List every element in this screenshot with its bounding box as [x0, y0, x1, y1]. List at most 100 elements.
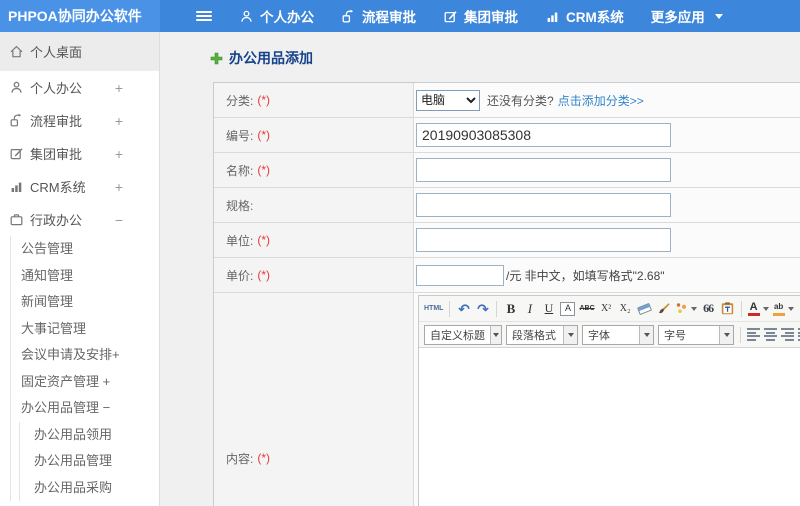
required-mark: (*)	[257, 128, 271, 142]
sidebar-item-label: CRM系统	[30, 180, 86, 195]
sidebar-item-supplies-manage[interactable]: 办公用品管理	[20, 448, 159, 475]
align-right-icon[interactable]	[781, 328, 794, 341]
unit-input[interactable]	[416, 228, 671, 252]
font-size-select[interactable]: 字号	[658, 324, 734, 345]
nav-crm-system[interactable]: CRM系统	[545, 6, 624, 26]
nav-personal-office[interactable]: 个人办公	[239, 6, 314, 26]
nav-label: 更多应用	[650, 10, 705, 25]
sidebar-item-admin-office[interactable]: 行政办公 −	[0, 203, 159, 236]
collapse-icon[interactable]: −	[115, 212, 123, 228]
paragraph-format-select[interactable]: 段落格式	[506, 324, 578, 345]
app-logo: PHPOA协同办公软件	[0, 0, 160, 32]
field-value-cell	[414, 188, 800, 222]
category-select[interactable]: 电脑	[416, 89, 480, 111]
sidebar-item-office-supplies-mgmt[interactable]: 办公用品管理 −	[11, 395, 159, 422]
chevron-down-icon	[563, 325, 577, 344]
label-text: 分类:	[226, 93, 254, 108]
code-input[interactable]	[416, 123, 671, 147]
underline-button[interactable]: U	[541, 299, 556, 319]
sidebar-item-personal-office[interactable]: 个人办公 +	[0, 71, 159, 104]
name-input[interactable]	[416, 158, 671, 182]
chevron-down-icon	[690, 306, 697, 311]
sidebar-item-workflow-approval[interactable]: 流程审批 +	[0, 104, 159, 137]
sidebar-item-group-approval[interactable]: 集团审批 +	[0, 137, 159, 170]
bar-chart-icon	[11, 182, 22, 192]
editor-toolbar-row2: 自定义标题 段落格式 字体 字号	[419, 322, 800, 348]
page-title: 办公用品添加	[210, 48, 313, 68]
sidebar-item-events-mgmt[interactable]: 大事记管理	[11, 316, 159, 343]
sidebar-item-assets-mgmt[interactable]: 固定资产管理 +	[11, 369, 159, 396]
select-value: 段落格式	[512, 329, 556, 342]
nav-workflow-approval[interactable]: 流程审批	[341, 6, 416, 26]
remove-format-button[interactable]	[636, 299, 652, 319]
add-category-link[interactable]: 点击添加分类>>	[558, 92, 644, 109]
expand-icon[interactable]: +	[115, 80, 123, 96]
spec-input[interactable]	[416, 193, 671, 217]
divider	[740, 326, 741, 343]
sidebar-item-notice-mgmt[interactable]: 通知管理	[11, 263, 159, 290]
subscript-button[interactable]: X₂	[618, 299, 633, 319]
format-painter-button[interactable]	[656, 299, 671, 319]
field-value-cell	[414, 223, 800, 257]
top-nav: 个人办公 流程审批 集团审批 CRM系统 更多应用	[160, 0, 800, 32]
blockquote-button[interactable]: 66	[701, 299, 716, 319]
nav-more-apps[interactable]: 更多应用	[651, 6, 723, 26]
insert-special-button[interactable]	[675, 299, 697, 319]
form-row-category: 分类: (*) 电脑 还没有分类? 点击添加分类>>	[214, 83, 800, 118]
divider	[496, 300, 498, 317]
workflow-icon	[342, 9, 354, 22]
sidebar-item-supplies-claim[interactable]: 办公用品领用	[20, 422, 159, 449]
sidebar-item-crm-system[interactable]: CRM系统 +	[0, 170, 159, 203]
sidebar-item-announcement-mgmt[interactable]: 公告管理	[11, 236, 159, 263]
field-value-cell	[414, 153, 800, 187]
sidebar-item-news-mgmt[interactable]: 新闻管理	[11, 289, 159, 316]
sidebar-item-meeting-mgmt[interactable]: 会议申请及安排+	[11, 342, 159, 369]
font-family-select[interactable]: 字体	[582, 324, 654, 345]
app-window: PHPOA协同办公软件 个人办公 流程审批 集团审批 CRM系统 更多应用 个人…	[0, 0, 800, 506]
redo-button[interactable]: ↷	[475, 299, 490, 319]
price-input[interactable]	[416, 264, 504, 286]
required-mark: (*)	[257, 93, 271, 107]
label-text: 内容:	[226, 451, 254, 466]
select-value: 字体	[588, 329, 610, 342]
select-value: 自定义标题	[430, 329, 485, 342]
top-bar: PHPOA协同办公软件 个人办公 流程审批 集团审批 CRM系统 更多应用	[0, 0, 800, 32]
nav-label: 流程审批	[362, 10, 416, 25]
sidebar-item-label: 集团审批	[30, 147, 83, 162]
form-row-price: 单价: (*) /元 非中文，如填写格式"2.68"	[214, 258, 800, 293]
select-value: 字号	[664, 329, 686, 342]
undo-button[interactable]: ↶	[456, 299, 471, 319]
sparkles-icon	[676, 303, 686, 313]
editor-content-area[interactable]	[419, 348, 800, 506]
superscript-button[interactable]: X²	[599, 299, 614, 319]
label-text: 单价:	[226, 268, 254, 283]
field-value-cell: HTML ↶ ↷ B I U A ABC X² X₂ 66 A ab 自定义标题…	[414, 293, 800, 506]
form-row-name: 名称: (*)	[214, 153, 800, 188]
sidebar-item-supplies-purchase[interactable]: 办公用品采购	[20, 475, 159, 502]
eraser-icon	[636, 302, 652, 315]
bold-button[interactable]: B	[503, 299, 518, 319]
font-color-button[interactable]: A	[747, 299, 769, 319]
label-text: 名称:	[226, 163, 254, 178]
add-icon	[210, 52, 223, 64]
font-style-button[interactable]: A	[560, 301, 576, 316]
field-value-cell	[414, 118, 800, 152]
strikethrough-button[interactable]: ABC	[579, 299, 594, 319]
divider	[740, 300, 742, 317]
expand-icon[interactable]: +	[115, 146, 123, 162]
expand-icon[interactable]: +	[115, 113, 123, 129]
highlight-color-button[interactable]: ab	[772, 299, 794, 319]
nav-group-approval[interactable]: 集团审批	[443, 6, 518, 26]
paste-plain-button[interactable]	[720, 299, 735, 319]
source-code-button[interactable]: HTML	[424, 299, 443, 319]
menu-icon[interactable]	[196, 9, 212, 23]
heading-select[interactable]: 自定义标题	[424, 324, 502, 345]
align-center-icon[interactable]	[764, 328, 777, 341]
italic-button[interactable]: I	[522, 299, 537, 319]
field-label: 分类: (*)	[214, 83, 414, 117]
sidebar-item-desktop[interactable]: 个人桌面	[0, 32, 159, 71]
align-left-icon[interactable]	[747, 328, 760, 341]
sidebar-item-label: 个人桌面	[30, 45, 83, 60]
expand-icon[interactable]: +	[115, 179, 123, 195]
required-mark: (*)	[257, 268, 271, 282]
